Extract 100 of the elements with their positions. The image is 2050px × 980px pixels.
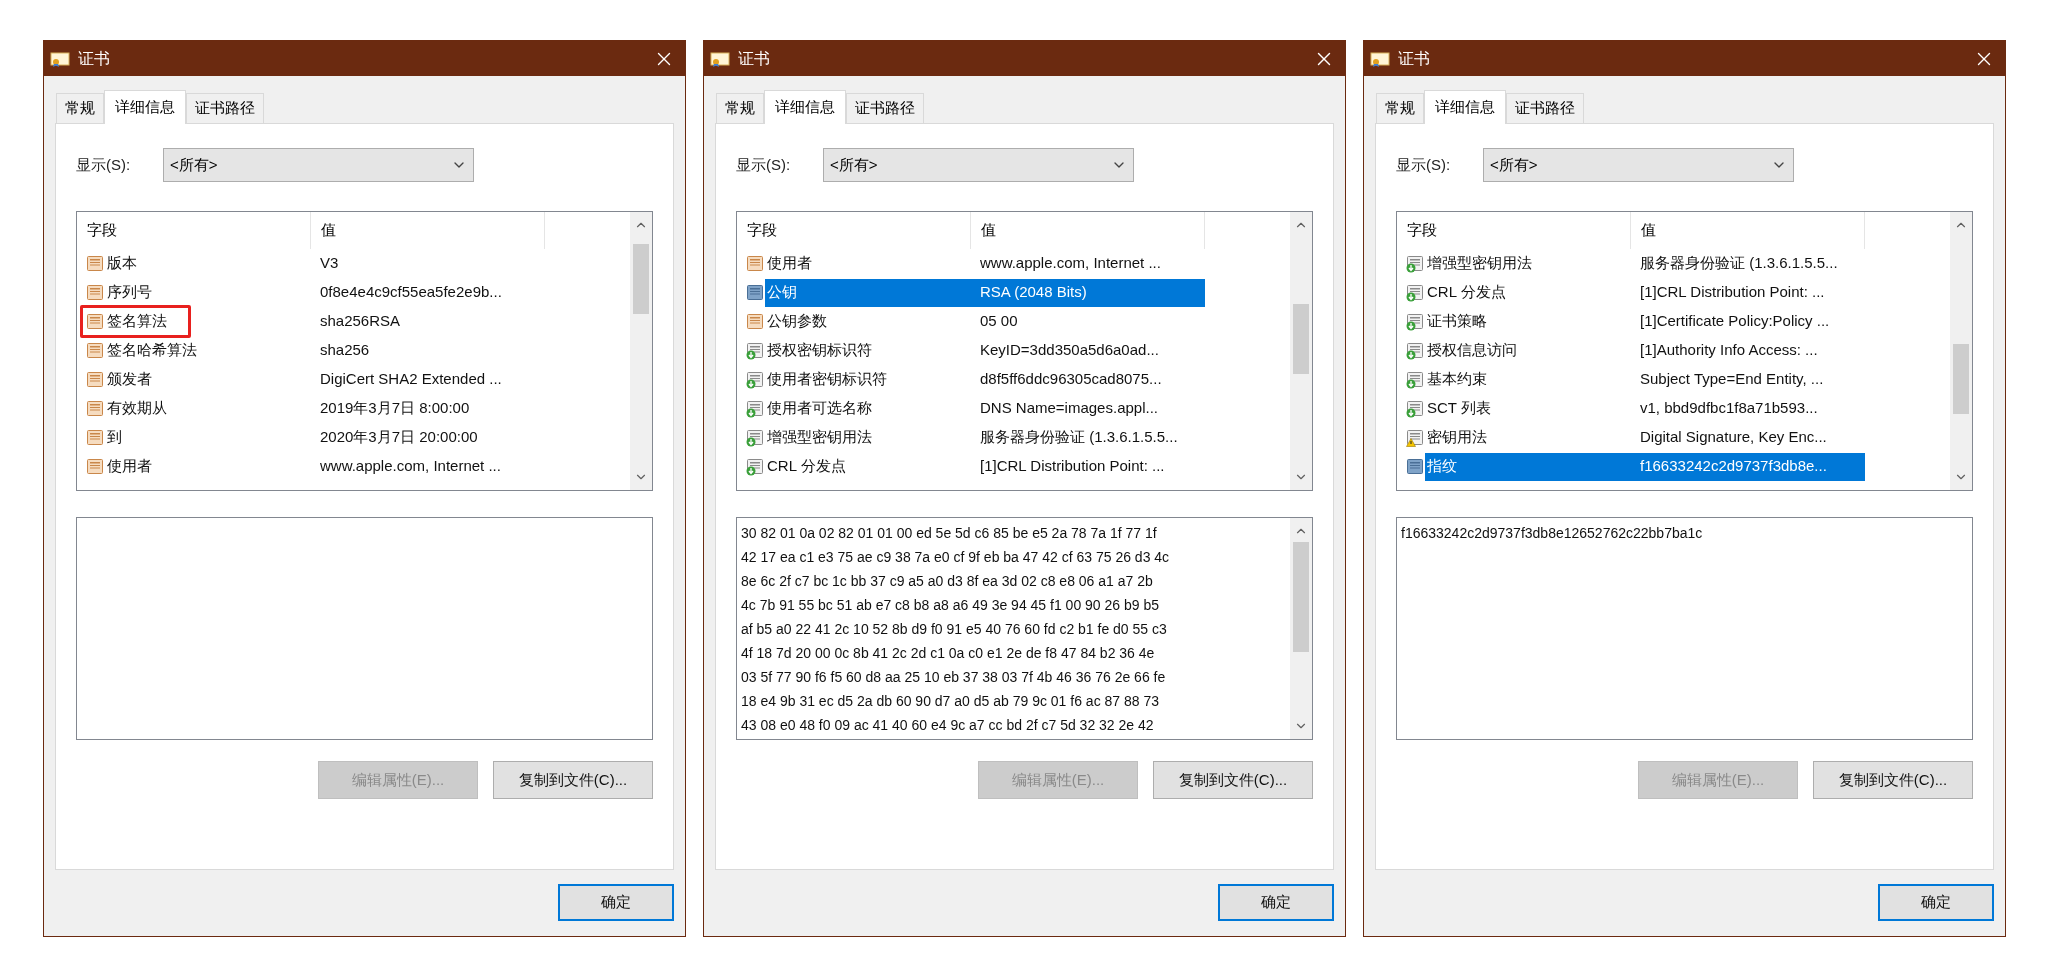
show-label: 显示(S): [1396, 154, 1452, 175]
ok-button[interactable]: 确定 [558, 884, 674, 921]
column-header[interactable]: 字段 [77, 212, 311, 249]
tab[interactable]: 常规 [56, 93, 104, 123]
scroll-thumb[interactable] [1953, 344, 1969, 414]
field-row[interactable]: 使用者 www.apple.com, Internet ... [737, 249, 1290, 278]
field-row[interactable]: 指纹 f16633242c2d9737f3db8e... [1397, 452, 1950, 481]
field-row[interactable]: 使用者密钥标识符 d8f5ff6ddc96305cad8075... [737, 365, 1290, 394]
tab[interactable]: 详细信息 [104, 90, 186, 124]
field-name: 增强型密钥用法 [1426, 253, 1532, 274]
field-row[interactable]: CRL 分发点 [1]CRL Distribution Point: ... [1397, 278, 1950, 307]
field-value: f16633242c2d9737f3db8e... [1631, 452, 1865, 481]
tab[interactable]: 证书路径 [1506, 93, 1584, 123]
detail-box[interactable]: f16633242c2d9737f3db8e12652762c22bb7ba1c [1396, 517, 1973, 740]
field-name: CRL 分发点 [1426, 282, 1506, 303]
scroll-thumb[interactable] [633, 244, 649, 314]
field-name: 公钥参数 [766, 311, 827, 332]
field-name: 密钥用法 [1426, 427, 1487, 448]
ok-button[interactable]: 确定 [1218, 884, 1334, 921]
field-row[interactable]: 证书策略 [1]Certificate Policy:Policy ... [1397, 307, 1950, 336]
column-header[interactable]: 字段 [1397, 212, 1631, 249]
scrollbar[interactable] [1290, 212, 1312, 490]
detail-line: 4f 18 7d 20 00 0c 8b 41 2c 2d c1 0a c0 e1 2e de f8 47 84 b2 36 4e [741, 644, 1156, 663]
field-value: 服务器身份验证 (1.3.6.1.5.5... [1639, 253, 1839, 274]
field-row[interactable]: 增强型密钥用法 服务器身份验证 (1.3.6.1.5.5... [1397, 249, 1950, 278]
column-header[interactable]: 字段 [737, 212, 971, 249]
show-dropdown[interactable]: <所有> [163, 148, 474, 182]
field-name: 基本约束 [1426, 369, 1487, 390]
field-value: Digital Signature, Key Enc... [1639, 427, 1828, 448]
field-row[interactable]: 签名哈希算法 sha256 [77, 336, 630, 365]
field-value: [1]CRL Distribution Point: ... [1639, 282, 1826, 303]
field-value: [1]Authority Info Access: ... [1639, 340, 1819, 361]
document-icon [86, 254, 104, 273]
field-row[interactable]: 颁发者 DigiCert SHA2 Extended ... [77, 365, 630, 394]
field-value: KeyID=3dd350a5d6a0ad... [979, 340, 1160, 361]
field-name: 授权信息访问 [1426, 340, 1517, 361]
window-title: 证书 [78, 48, 110, 69]
certificate-icon [1370, 49, 1390, 68]
copy-to-file-button[interactable]: 复制到文件(C)... [493, 761, 653, 799]
tab[interactable]: 详细信息 [1424, 90, 1506, 124]
detail-line: 03 5f 77 90 f6 f5 60 d8 aa 25 10 eb 37 38 03 7f 4b 46 36 76 2e 66 fe [741, 668, 1167, 687]
field-name: 使用者 [106, 456, 152, 477]
document-icon [746, 312, 764, 331]
scroll-thumb[interactable] [1293, 304, 1309, 374]
field-row[interactable]: 授权信息访问 [1]Authority Info Access: ... [1397, 336, 1950, 365]
field-row[interactable]: 密钥用法 Digital Signature, Key Enc... [1397, 423, 1950, 452]
field-name: 证书策略 [1426, 311, 1487, 332]
field-row[interactable]: 签名算法 sha256RSA [77, 307, 630, 336]
tab[interactable]: 证书路径 [846, 93, 924, 123]
field-row[interactable]: 版本 V3 [77, 249, 630, 278]
field-row[interactable]: CRL 分发点 [1]CRL Distribution Point: ... [737, 452, 1290, 481]
show-dropdown[interactable]: <所有> [1483, 148, 1794, 182]
document-download-icon [746, 457, 764, 476]
detail-line: 18 e4 9b 31 ec d5 2a db 60 90 d7 a0 d5 ab 79 9c 01 f6 ac 87 88 73 [741, 692, 1161, 711]
document-icon [1406, 457, 1424, 476]
column-header[interactable]: 值 [311, 212, 545, 249]
field-name: 授权密钥标识符 [766, 340, 872, 361]
field-value: 2020年3月7日 20:00:00 [319, 427, 479, 448]
field-value: d8f5ff6ddc96305cad8075... [979, 369, 1163, 390]
document-download-icon [746, 399, 764, 418]
field-name: 版本 [106, 253, 137, 274]
field-name: SCT 列表 [1426, 398, 1491, 419]
field-row[interactable]: 有效期从 2019年3月7日 8:00:00 [77, 394, 630, 423]
field-row[interactable]: 使用者可选名称 DNS Name=images.appl... [737, 394, 1290, 423]
scrollbar[interactable] [630, 212, 652, 490]
document-download-icon [1406, 312, 1424, 331]
field-value: 2019年3月7日 8:00:00 [319, 398, 471, 419]
tab[interactable]: 证书路径 [186, 93, 264, 123]
detail-box[interactable] [736, 517, 1313, 740]
field-row[interactable]: SCT 列表 v1, bbd9dfbc1f8a71b593... [1397, 394, 1950, 423]
scrollbar[interactable] [1950, 212, 1972, 490]
field-row[interactable]: 序列号 0f8e4e4c9cf55ea5fe2e9b... [77, 278, 630, 307]
field-row[interactable]: 授权密钥标识符 KeyID=3dd350a5d6a0ad... [737, 336, 1290, 365]
document-download-icon [1406, 399, 1424, 418]
copy-to-file-button[interactable]: 复制到文件(C)... [1813, 761, 1973, 799]
field-row[interactable]: 公钥 RSA (2048 Bits) [737, 278, 1290, 307]
field-row[interactable]: 使用者 www.apple.com, Internet ... [77, 452, 630, 481]
show-dropdown[interactable]: <所有> [823, 148, 1134, 182]
field-row[interactable]: 基本约束 Subject Type=End Entity, ... [1397, 365, 1950, 394]
tab[interactable]: 常规 [716, 93, 764, 123]
scroll-thumb[interactable] [1293, 542, 1309, 652]
scrollbar[interactable] [1290, 518, 1312, 739]
detail-line: af b5 a0 22 41 2c 10 52 8b d9 f0 91 e5 40 76 60 fd c2 b1 fe d0 55 c3 [741, 620, 1168, 639]
tab[interactable]: 常规 [1376, 93, 1424, 123]
ok-button[interactable]: 确定 [1878, 884, 1994, 921]
document-download-icon [1406, 254, 1424, 273]
field-value: www.apple.com, Internet ... [979, 253, 1162, 274]
field-row[interactable]: 增强型密钥用法 服务器身份验证 (1.3.6.1.5.5... [737, 423, 1290, 452]
column-header[interactable]: 值 [971, 212, 1205, 249]
field-value: sha256RSA [319, 311, 402, 332]
copy-to-file-button[interactable]: 复制到文件(C)... [1153, 761, 1313, 799]
field-value: v1, bbd9dfbc1f8a71b593... [1639, 398, 1819, 419]
field-value: www.apple.com, Internet ... [319, 456, 502, 477]
document-icon [746, 283, 764, 302]
field-name: 有效期从 [106, 398, 167, 419]
field-row[interactable]: 公钥参数 05 00 [737, 307, 1290, 336]
column-header[interactable]: 值 [1631, 212, 1865, 249]
field-row[interactable]: 到 2020年3月7日 20:00:00 [77, 423, 630, 452]
tab[interactable]: 详细信息 [764, 90, 846, 124]
show-label: 显示(S): [736, 154, 792, 175]
